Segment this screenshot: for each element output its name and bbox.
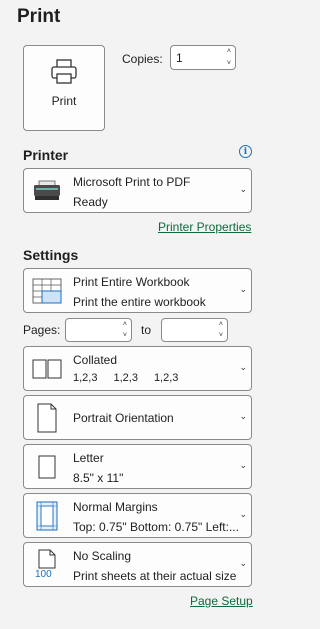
collation-title: Collated: [73, 353, 118, 367]
print-scope-subtitle: Print the entire workbook: [73, 295, 206, 309]
spin-down-icon[interactable]: ˅: [123, 331, 127, 340]
collation-select[interactable]: Collated 1,2,3 1,2,3 1,2,3 ⌄: [23, 346, 252, 391]
scaling-title: No Scaling: [73, 549, 132, 563]
copies-stepper[interactable]: 1 ˄ ˅: [170, 45, 236, 70]
print-scope-select[interactable]: Print Entire Workbook Print the entire w…: [23, 268, 252, 313]
printer-section-title: Printer: [23, 147, 69, 163]
scaling-percent: 100: [35, 568, 52, 580]
collation-sequence: 1,2,3 1,2,3 1,2,3: [73, 372, 178, 384]
orientation-select[interactable]: Portrait Orientation ⌄: [23, 395, 252, 440]
paper-size-subtitle: 8.5" x 11": [73, 471, 124, 485]
settings-section-title: Settings: [23, 247, 79, 263]
collation-seq-item: 1,2,3: [73, 372, 98, 384]
print-scope-title: Print Entire Workbook: [73, 275, 190, 289]
spin-up-icon[interactable]: ˄: [219, 320, 223, 329]
pages-label: Pages:: [23, 323, 61, 337]
chevron-down-icon: ⌄: [239, 284, 247, 294]
printer-select[interactable]: Microsoft Print to PDF Ready ⌄: [23, 168, 252, 213]
portrait-page-icon: [28, 396, 66, 439]
printer-properties-link[interactable]: Printer Properties: [158, 220, 251, 234]
chevron-down-icon: ⌄: [239, 411, 247, 421]
printer-device-icon: [28, 169, 66, 212]
pages-from-stepper[interactable]: ˄ ˅: [65, 318, 132, 342]
spin-down-icon[interactable]: ˅: [227, 59, 231, 68]
page-setup-link[interactable]: Page Setup: [190, 594, 253, 608]
margins-title: Normal Margins: [73, 500, 158, 514]
orientation-title: Portrait Orientation: [73, 411, 174, 425]
collation-seq-item: 1,2,3: [153, 372, 179, 384]
chevron-down-icon: ⌄: [239, 558, 247, 568]
workbook-grid-icon: [28, 269, 66, 312]
copies-value[interactable]: 1: [176, 51, 183, 65]
paper-size-select[interactable]: Letter 8.5" x 11" ⌄: [23, 444, 252, 489]
margins-subtitle: Top: 0.75" Bottom: 0.75" Left:...: [73, 520, 239, 534]
scaling-subtitle: Print sheets at their actual size: [73, 569, 237, 583]
chevron-down-icon: ⌄: [239, 362, 247, 372]
printer-icon: [51, 59, 77, 84]
chevron-down-icon: ⌄: [239, 184, 247, 194]
pages-to-label: to: [141, 323, 152, 337]
info-icon[interactable]: i: [239, 145, 252, 158]
margins-icon: [28, 494, 66, 537]
printer-status: Ready: [73, 195, 108, 209]
scaling-select[interactable]: 100 No Scaling Print sheets at their act…: [23, 542, 252, 587]
printer-name: Microsoft Print to PDF: [73, 175, 191, 189]
margins-select[interactable]: Normal Margins Top: 0.75" Bottom: 0.75" …: [23, 493, 252, 538]
scaling-icon: 100: [28, 543, 66, 586]
collation-seq-item: 1,2,3: [113, 372, 138, 384]
pages-to-stepper[interactable]: ˄ ˅: [161, 318, 228, 342]
spin-up-icon[interactable]: ˄: [123, 320, 127, 329]
spin-up-icon[interactable]: ˄: [227, 47, 231, 56]
paper-page-icon: [28, 445, 66, 488]
collated-pages-icon: [28, 347, 66, 390]
spin-down-icon[interactable]: ˅: [219, 331, 223, 340]
chevron-down-icon: ⌄: [239, 509, 247, 519]
chevron-down-icon: ⌄: [239, 460, 247, 470]
copies-label: Copies:: [122, 52, 163, 66]
print-button-label: Print: [51, 94, 77, 108]
page-title: Print: [17, 6, 61, 27]
paper-size-title: Letter: [73, 451, 104, 465]
print-button[interactable]: Print: [23, 45, 105, 131]
